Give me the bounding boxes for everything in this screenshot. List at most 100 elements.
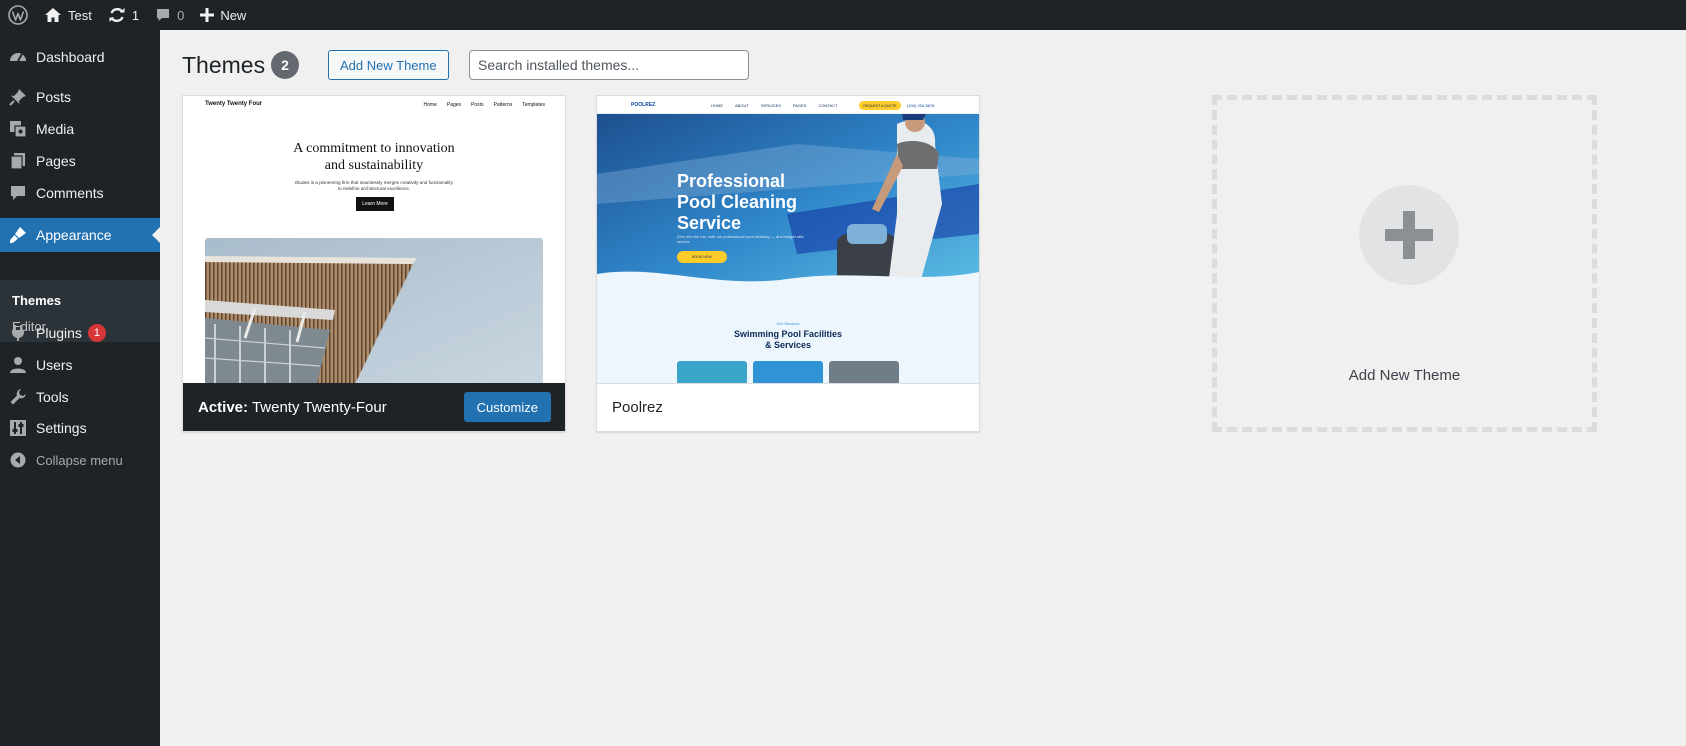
sidebar-item-label: Comments (36, 185, 104, 201)
preview-nav-link: Templates (522, 102, 545, 108)
pushpin-icon (0, 88, 36, 106)
preview-hero-line: Professional (677, 171, 786, 191)
wordpress-logo-button[interactable] (0, 0, 36, 30)
active-theme-bar: Active: Twenty Twenty-Four Customize (183, 383, 565, 431)
preview-hero-title: Professional Pool Cleaning Service (677, 171, 797, 234)
plugins-update-badge: 1 (87, 324, 106, 342)
preview-service-card (829, 361, 899, 383)
sidebar-item-users[interactable]: Users (0, 348, 160, 382)
collapse-arrow-icon (0, 452, 36, 468)
preview-section-line: & Services (764, 340, 812, 350)
preview-service-card (753, 361, 823, 383)
dashboard-icon (0, 48, 36, 66)
theme-card-poolrez[interactable]: POOLREZ HOME ABOUT SERVICES PAGES CONTAC… (596, 95, 980, 432)
active-label: Active: (198, 398, 249, 416)
theme-count-badge: 2 (271, 51, 299, 79)
preview-site-title: Twenty Twenty Four (205, 101, 263, 107)
preview-section-line: Swimming Pool Facilities (733, 329, 843, 339)
collapse-menu-label: Collapse menu (36, 452, 123, 468)
wordpress-logo-icon (8, 5, 28, 25)
sidebar-item-tools[interactable]: Tools (0, 380, 160, 414)
preview-section-title: Swimming Pool Facilities & Services (597, 329, 979, 351)
search-themes-input[interactable] (469, 50, 749, 80)
sidebar-item-label: Users (36, 357, 73, 373)
preview-cta-button: REQUEST A QUOTE (859, 101, 901, 110)
preview-nav-link: PAGES (792, 103, 807, 108)
preview-hero: Professional Pool Cleaning Service Dive … (597, 114, 979, 299)
preview-nav-link: Home (423, 102, 437, 108)
theme-name-bar: Poolrez (597, 383, 979, 431)
preview-nav-link: Posts (471, 102, 484, 108)
plus-icon (200, 8, 215, 22)
preview-nav-link: ABOUT (735, 103, 749, 108)
sidebar-item-posts[interactable]: Posts (0, 80, 160, 114)
updates-link[interactable]: 1 (100, 0, 147, 30)
comments-link[interactable]: 0 (147, 0, 192, 30)
sidebar-item-media[interactable]: Media (0, 112, 160, 146)
submenu-item-themes[interactable]: Themes (12, 293, 61, 308)
admin-sidebar: Dashboard Posts Media Pages Comments App… (0, 30, 160, 746)
preview-paragraph: Études is a pioneering firm that seamles… (295, 180, 453, 191)
sidebar-item-label: Settings (36, 420, 87, 436)
comments-count: 0 (177, 7, 185, 23)
theme-screenshot[interactable]: POOLREZ HOME ABOUT SERVICES PAGES CONTAC… (597, 96, 979, 383)
main-content: Themes 2 Add New Theme Twenty Twenty Fou… (160, 30, 1686, 746)
preview-hero-subtitle: Dive into the fun, with our professional… (677, 234, 804, 244)
paintbrush-icon (0, 226, 36, 244)
preview-heading-line: and sustainability (324, 158, 424, 173)
sidebar-item-label: Media (36, 121, 75, 137)
sidebar-item-pages[interactable]: Pages (0, 144, 160, 178)
add-new-theme-card[interactable]: Add New Theme (1212, 95, 1597, 432)
updates-icon (109, 7, 125, 23)
add-new-theme-label: Add New Theme (1348, 367, 1461, 384)
sidebar-item-settings[interactable]: Settings (0, 411, 160, 445)
preview-nav-links: HOME ABOUT SERVICES PAGES CONTACT (711, 103, 837, 108)
sidebar-item-label: Pages (36, 153, 76, 169)
preview-nav-link: CONTACT (818, 103, 838, 108)
plug-icon (0, 324, 36, 342)
sidebar-item-label: Appearance (36, 227, 112, 243)
sidebar-item-label: Plugins (36, 325, 82, 341)
preview-service-card (677, 361, 747, 383)
preview-nav-link: SERVICES (760, 103, 781, 108)
preview-heading: A commitment to innovation and sustainab… (183, 140, 565, 174)
theme-screenshot[interactable]: Twenty Twenty Four Home Pages Posts Patt… (183, 96, 565, 383)
sidebar-item-label: Dashboard (36, 49, 105, 65)
theme-card-twentytwentyfour[interactable]: Twenty Twenty Four Home Pages Posts Patt… (182, 95, 566, 432)
site-name-link[interactable]: Test (36, 0, 100, 30)
add-theme-plus-icon (1359, 185, 1459, 285)
settings-icon (0, 419, 36, 437)
comment-icon (0, 184, 36, 202)
preview-nav-link: Patterns (493, 102, 513, 108)
theme-name: Active: Twenty Twenty-Four (183, 399, 387, 416)
preview-architecture-image (205, 238, 543, 383)
preview-button: Learn More (356, 197, 394, 211)
add-new-theme-button[interactable]: Add New Theme (328, 50, 449, 80)
customize-button[interactable]: Customize (463, 392, 551, 422)
updates-count: 1 (131, 7, 140, 23)
sidebar-item-dashboard[interactable]: Dashboard (0, 40, 160, 74)
preview-phone: (100) 234-5678 (907, 103, 935, 108)
preview-nav: POOLREZ HOME ABOUT SERVICES PAGES CONTAC… (597, 96, 979, 114)
preview-nav: Twenty Twenty Four Home Pages Posts Patt… (183, 96, 565, 114)
preview-hero-button: BOOK NOW (677, 251, 727, 263)
new-content-link[interactable]: New (192, 0, 254, 30)
pages-icon (0, 152, 36, 170)
home-icon (45, 8, 61, 22)
comment-icon (157, 9, 170, 21)
preview-section-kicker: Our Services (776, 321, 800, 326)
preview-hero-line: Service (677, 213, 742, 233)
preview-hero-line: Pool Cleaning (677, 192, 798, 212)
sidebar-item-appearance[interactable]: Appearance (0, 218, 160, 252)
page-title: Themes (182, 52, 266, 78)
theme-name: Poolrez (612, 399, 663, 416)
preview-nav-link: Pages (446, 102, 462, 108)
media-icon (0, 120, 36, 138)
sidebar-item-comments[interactable]: Comments (0, 176, 160, 210)
preview-logo: POOLREZ (631, 102, 656, 108)
collapse-menu-button[interactable]: Collapse menu (0, 443, 160, 477)
theme-name-text: Twenty Twenty-Four (251, 398, 387, 416)
preview-nav-links: Home Pages Posts Patterns Templates (424, 102, 545, 108)
site-name-label: Test (68, 7, 92, 23)
sidebar-item-plugins[interactable]: Plugins 1 (0, 316, 160, 350)
